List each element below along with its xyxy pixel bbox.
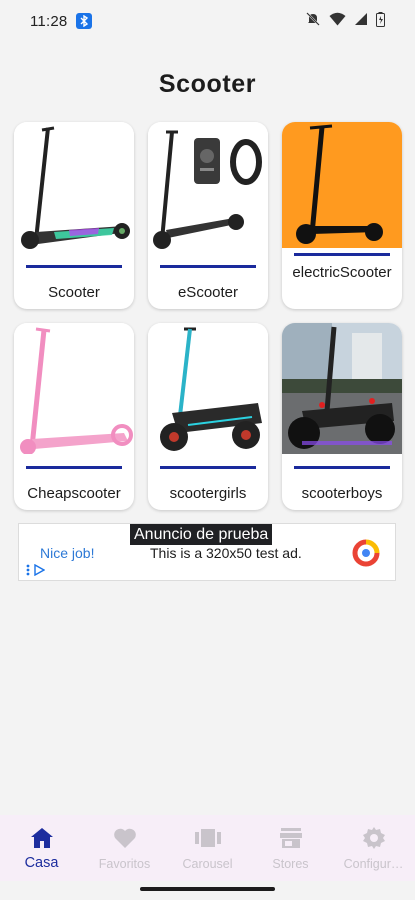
category-grid: Scooter eScooter electricScooter Cheapsc… (14, 122, 402, 510)
card-label: eScooter (177, 284, 239, 301)
escooter-image (148, 122, 268, 253)
status-time: 11:28 (30, 12, 68, 30)
gear-icon (361, 825, 387, 851)
scooter-image (14, 122, 134, 253)
card-divider (26, 265, 122, 268)
card-label: electricScooter (292, 264, 392, 281)
nav-item-stores[interactable]: Stores (249, 815, 332, 881)
card-label: Cheapscooter (27, 485, 121, 502)
ad-logo-icon (352, 539, 380, 567)
card-label: scootergirls (169, 485, 247, 502)
category-card-electricscooter[interactable]: electricScooter (282, 122, 402, 309)
ad-body-text: This is a 320x50 test ad. (150, 545, 302, 561)
cheapscooter-image (14, 323, 134, 454)
nav-label: Casa (24, 855, 59, 871)
category-card-scooterboys[interactable]: scooterboys (282, 323, 402, 510)
card-divider (160, 466, 256, 469)
ad-test-badge: Anuncio de prueba (130, 524, 273, 545)
electricscooter-image (282, 122, 402, 248)
more-dots-icon (26, 564, 30, 576)
bottom-navigation: Casa Favoritos Carousel Stores Configur… (0, 815, 415, 881)
card-label: scooterboys (301, 485, 383, 502)
status-icons (305, 11, 385, 31)
status-bar: 11:28 (0, 0, 415, 42)
category-card-scootergirls[interactable]: scootergirls (148, 323, 268, 510)
wifi-icon (329, 12, 346, 30)
home-icon (29, 825, 55, 851)
signal-icon (354, 12, 368, 30)
nav-label: Favoritos (98, 857, 151, 871)
card-divider (294, 466, 390, 469)
category-card-cheapscooter[interactable]: Cheapscooter (14, 323, 134, 510)
home-gesture-bar[interactable] (140, 887, 275, 891)
ad-choices[interactable] (26, 564, 45, 576)
carousel-icon (194, 825, 221, 851)
page-title: Scooter (158, 70, 257, 98)
battery-icon (376, 11, 385, 31)
ad-headline: Nice job! (40, 545, 95, 561)
category-card-scooter[interactable]: Scooter (14, 122, 134, 309)
card-divider (294, 253, 390, 256)
scooterboys-image (282, 323, 402, 454)
ad-banner[interactable]: Anuncio de prueba Nice job! This is a 32… (18, 523, 396, 581)
nav-label: Carousel (182, 857, 233, 871)
ad-play-icon (34, 564, 45, 576)
category-card-escooter[interactable]: eScooter (148, 122, 268, 309)
card-divider (26, 466, 122, 469)
bluetooth-icon (76, 13, 93, 29)
card-label: Scooter (48, 284, 100, 301)
nav-item-carousel[interactable]: Carousel (166, 815, 249, 881)
do-not-disturb-icon (305, 11, 321, 31)
nav-item-casa[interactable]: Casa (0, 815, 83, 881)
card-divider (160, 265, 256, 268)
store-icon (278, 825, 304, 851)
nav-label: Configur… (343, 857, 404, 871)
nav-item-favoritos[interactable]: Favoritos (83, 815, 166, 881)
scootergirls-image (148, 323, 268, 454)
heart-icon (112, 825, 138, 851)
nav-label: Stores (272, 857, 309, 871)
nav-item-configuracion[interactable]: Configur… (332, 815, 415, 881)
